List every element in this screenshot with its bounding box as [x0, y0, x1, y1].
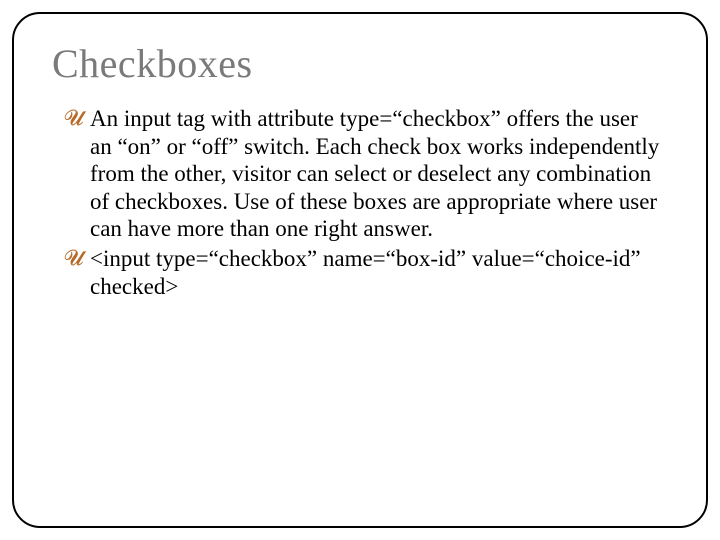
list-item: <input type=“checkbox” name=“box-id” val…	[64, 245, 662, 300]
bullet-icon	[64, 247, 84, 269]
list-item: An input tag with attribute type=“checkb…	[64, 105, 662, 243]
bullet-icon	[64, 107, 84, 129]
list-item-text: An input tag with attribute type=“checkb…	[90, 106, 659, 241]
list-item-text: <input type=“checkbox” name=“box-id” val…	[90, 246, 641, 299]
slide-title: Checkboxes	[52, 40, 698, 87]
slide-body: An input tag with attribute type=“checkb…	[64, 105, 662, 300]
slide: Checkboxes An input tag with attribute t…	[0, 0, 720, 540]
